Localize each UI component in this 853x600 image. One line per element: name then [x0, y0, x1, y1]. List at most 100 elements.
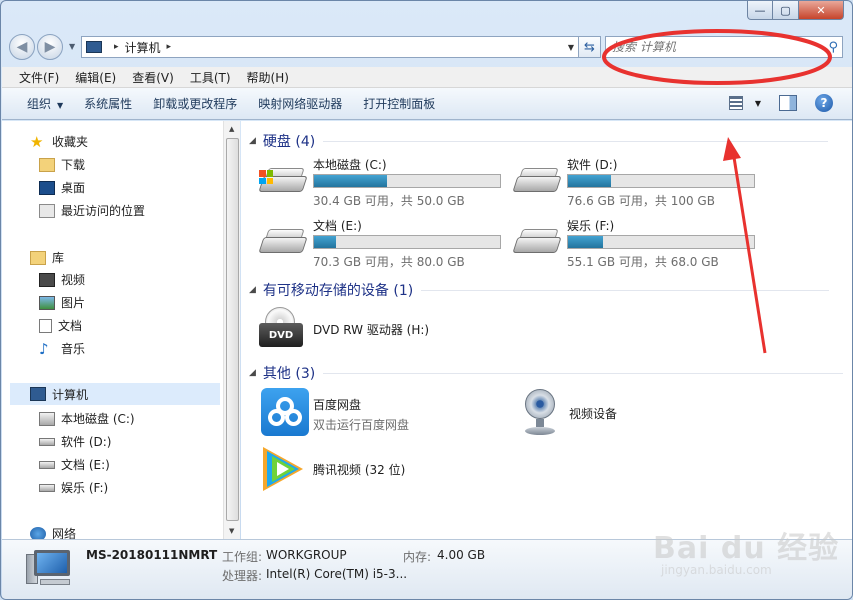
tencent-video-item[interactable]: 腾讯视频 (32 位) [261, 445, 405, 491]
organize-button[interactable]: 组织 ▼ [27, 95, 63, 112]
nav-label: 文档 (E:) [61, 458, 110, 472]
nav-recent-places[interactable]: 最近访问的位置 [39, 202, 145, 219]
group-header-removable[interactable]: ◢ 有可移动存储的设备 (1) [249, 280, 830, 300]
library-icon [30, 250, 46, 265]
back-button[interactable]: ◀ [9, 34, 35, 60]
drive-usage-bar [567, 174, 755, 188]
nav-pictures[interactable]: 图片 [39, 294, 85, 311]
drive-usage-fill [314, 175, 387, 187]
star-icon: ★ [30, 132, 44, 151]
nav-label: 最近访问的位置 [61, 204, 146, 218]
dvd-drive-item[interactable]: DVD RW 驱动器 (H:) [313, 321, 429, 338]
address-bar[interactable]: ▸ 计算机 ▸ ▼ [81, 36, 579, 58]
drive-name: 本地磁盘 (C:) [313, 158, 387, 172]
nav-favorites[interactable]: ★ 收藏夹 [30, 133, 88, 150]
nav-music[interactable]: ♪ 音乐 [39, 340, 85, 357]
drive-item-c[interactable]: 本地磁盘 (C:) 30.4 GB 可用，共 50.0 GB [258, 156, 509, 208]
workgroup-label: 工作组: [222, 550, 263, 564]
drive-name: 文档 (E:) [313, 219, 362, 233]
nav-videos[interactable]: 视频 [39, 271, 85, 288]
toolbar-right: ▼ ? [728, 94, 833, 112]
menu-help[interactable]: 帮助(H) [247, 69, 289, 86]
scroll-thumb[interactable] [226, 138, 239, 521]
drive-space-info: 30.4 GB 可用，共 50.0 GB [313, 194, 465, 208]
watermark-brand: Bai du 经验 [653, 531, 840, 566]
nav-drive-e[interactable]: 文档 (E:) [39, 456, 110, 473]
drive-item-d[interactable]: 软件 (D:) 76.6 GB 可用，共 100 GB [512, 156, 763, 208]
breadcrumb-separator[interactable]: ▸ [114, 42, 119, 52]
group-header-other[interactable]: ◢ 其他 (3) [249, 363, 844, 383]
drive-usage-fill [568, 236, 604, 248]
help-icon[interactable]: ? [815, 94, 833, 112]
scroll-up-icon[interactable]: ▲ [229, 125, 234, 133]
scroll-down-icon[interactable]: ▼ [229, 527, 234, 535]
search-icon[interactable]: ⚲ [828, 40, 838, 55]
breadcrumb-separator[interactable]: ▸ [167, 42, 172, 52]
computer-icon [30, 387, 46, 401]
drive-usage-bar [313, 174, 501, 188]
search-box[interactable]: ⚲ [605, 36, 843, 58]
menu-view[interactable]: 查看(V) [132, 69, 174, 86]
computer-icon [26, 546, 74, 588]
content-pane: ◢ 硬盘 (4) 本地磁盘 (C:) 30.4 GB 可用，共 50.0 GB 软… [241, 121, 852, 539]
close-button[interactable]: ✕ [799, 1, 844, 20]
refresh-button[interactable]: ⇆ [579, 36, 601, 58]
group-header-hdd[interactable]: ◢ 硬盘 (4) [249, 131, 829, 151]
recent-pages-dropdown-icon[interactable]: ▼ [69, 42, 75, 51]
dvd-drive-label: DVD RW 驱动器 (H:) [313, 323, 430, 337]
drive-usage-bar [567, 235, 755, 249]
webcam-icon [519, 387, 563, 437]
drive-space-info: 70.3 GB 可用，共 80.0 GB [313, 255, 465, 269]
app-description: 双击运行百度网盘 [313, 418, 410, 432]
nav-label: 收藏夹 [52, 135, 89, 149]
preview-pane-icon[interactable] [779, 95, 797, 111]
forward-button[interactable]: ▶ [37, 34, 63, 60]
back-arrow-icon: ◀ [16, 39, 28, 55]
open-control-panel-button[interactable]: 打开控制面板 [363, 95, 435, 112]
baidu-netdisk-icon [261, 388, 309, 436]
search-input[interactable] [612, 40, 812, 54]
group-title: 硬盘 (4) [262, 134, 316, 150]
group-divider [421, 289, 830, 291]
nav-downloads[interactable]: 下载 [39, 156, 85, 173]
music-note-icon: ♪ [39, 339, 49, 358]
nav-label: 软件 (D:) [61, 435, 112, 449]
baidu-netdisk-item[interactable]: 百度网盘 双击运行百度网盘 [261, 388, 409, 436]
breadcrumb-computer[interactable]: 计算机 [125, 39, 161, 56]
drive-usage-bar [313, 235, 501, 249]
menu-edit[interactable]: 编辑(E) [75, 69, 116, 86]
command-bar: 组织 ▼ 系统属性 卸载或更改程序 映射网络驱动器 打开控制面板 ▼ ? [2, 88, 852, 120]
minimize-button[interactable]: — [747, 1, 773, 20]
system-properties-button[interactable]: 系统属性 [84, 95, 132, 112]
nav-drive-f[interactable]: 娱乐 (F:) [39, 479, 108, 496]
drive-item-f[interactable]: 娱乐 (F:) 55.1 GB 可用，共 68.0 GB [512, 217, 763, 269]
map-network-drive-button[interactable]: 映射网络驱动器 [258, 95, 342, 112]
dvd-drive-icon: DVD [259, 307, 305, 351]
menu-tools[interactable]: 工具(T) [190, 69, 231, 86]
nav-drive-c[interactable]: 本地磁盘 (C:) [39, 410, 135, 427]
nav-documents[interactable]: 文档 [39, 317, 82, 334]
nav-drive-d[interactable]: 软件 (D:) [39, 433, 111, 450]
nav-label: 娱乐 (F:) [61, 481, 109, 495]
nav-libraries[interactable]: 库 [30, 249, 64, 266]
nav-computer[interactable]: 计算机 [10, 383, 220, 405]
maximize-button[interactable]: ▢ [773, 1, 799, 20]
group-title: 有可移动存储的设备 (1) [262, 283, 414, 299]
group-title: 其他 (3) [262, 366, 316, 382]
view-dropdown-icon[interactable]: ▼ [755, 99, 761, 108]
download-folder-icon [39, 157, 55, 172]
caption-buttons: — ▢ ✕ [747, 1, 844, 20]
nav-desktop[interactable]: 桌面 [39, 179, 85, 196]
nav-label: 视频 [61, 273, 86, 287]
change-view-icon[interactable] [728, 96, 743, 110]
nav-label: 计算机 [52, 387, 89, 402]
drive-space-info: 55.1 GB 可用，共 68.0 GB [567, 255, 719, 269]
nav-scrollbar[interactable]: ▲ ▼ [223, 121, 240, 539]
processor-label: 处理器: [222, 569, 263, 583]
uninstall-program-button[interactable]: 卸载或更改程序 [153, 95, 237, 112]
webcam-item[interactable]: 视频设备 [519, 387, 617, 437]
menu-file[interactable]: 文件(F) [19, 69, 59, 86]
address-dropdown-icon[interactable]: ▼ [568, 43, 574, 52]
drive-item-e[interactable]: 文档 (E:) 70.3 GB 可用，共 80.0 GB [258, 217, 509, 269]
collapse-icon: ◢ [249, 285, 256, 295]
